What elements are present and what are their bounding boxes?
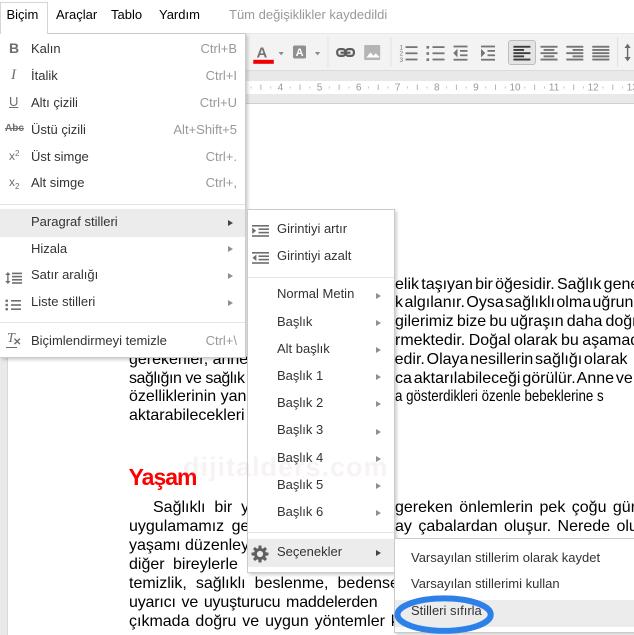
svg-text:A: A (257, 45, 268, 62)
svg-text:13: 13 (627, 83, 634, 94)
svg-text:6: 6 (356, 83, 362, 94)
svg-text:3: 3 (400, 57, 404, 64)
svg-text:4: 4 (278, 83, 284, 94)
svg-text:12: 12 (588, 83, 600, 94)
svg-text:5: 5 (317, 83, 323, 94)
svg-text:10: 10 (509, 83, 521, 94)
svg-text:9: 9 (473, 83, 479, 94)
svg-text:11: 11 (549, 83, 560, 94)
svg-text:8: 8 (434, 83, 440, 94)
svg-text:7: 7 (395, 83, 401, 94)
svg-text:A: A (296, 47, 304, 59)
